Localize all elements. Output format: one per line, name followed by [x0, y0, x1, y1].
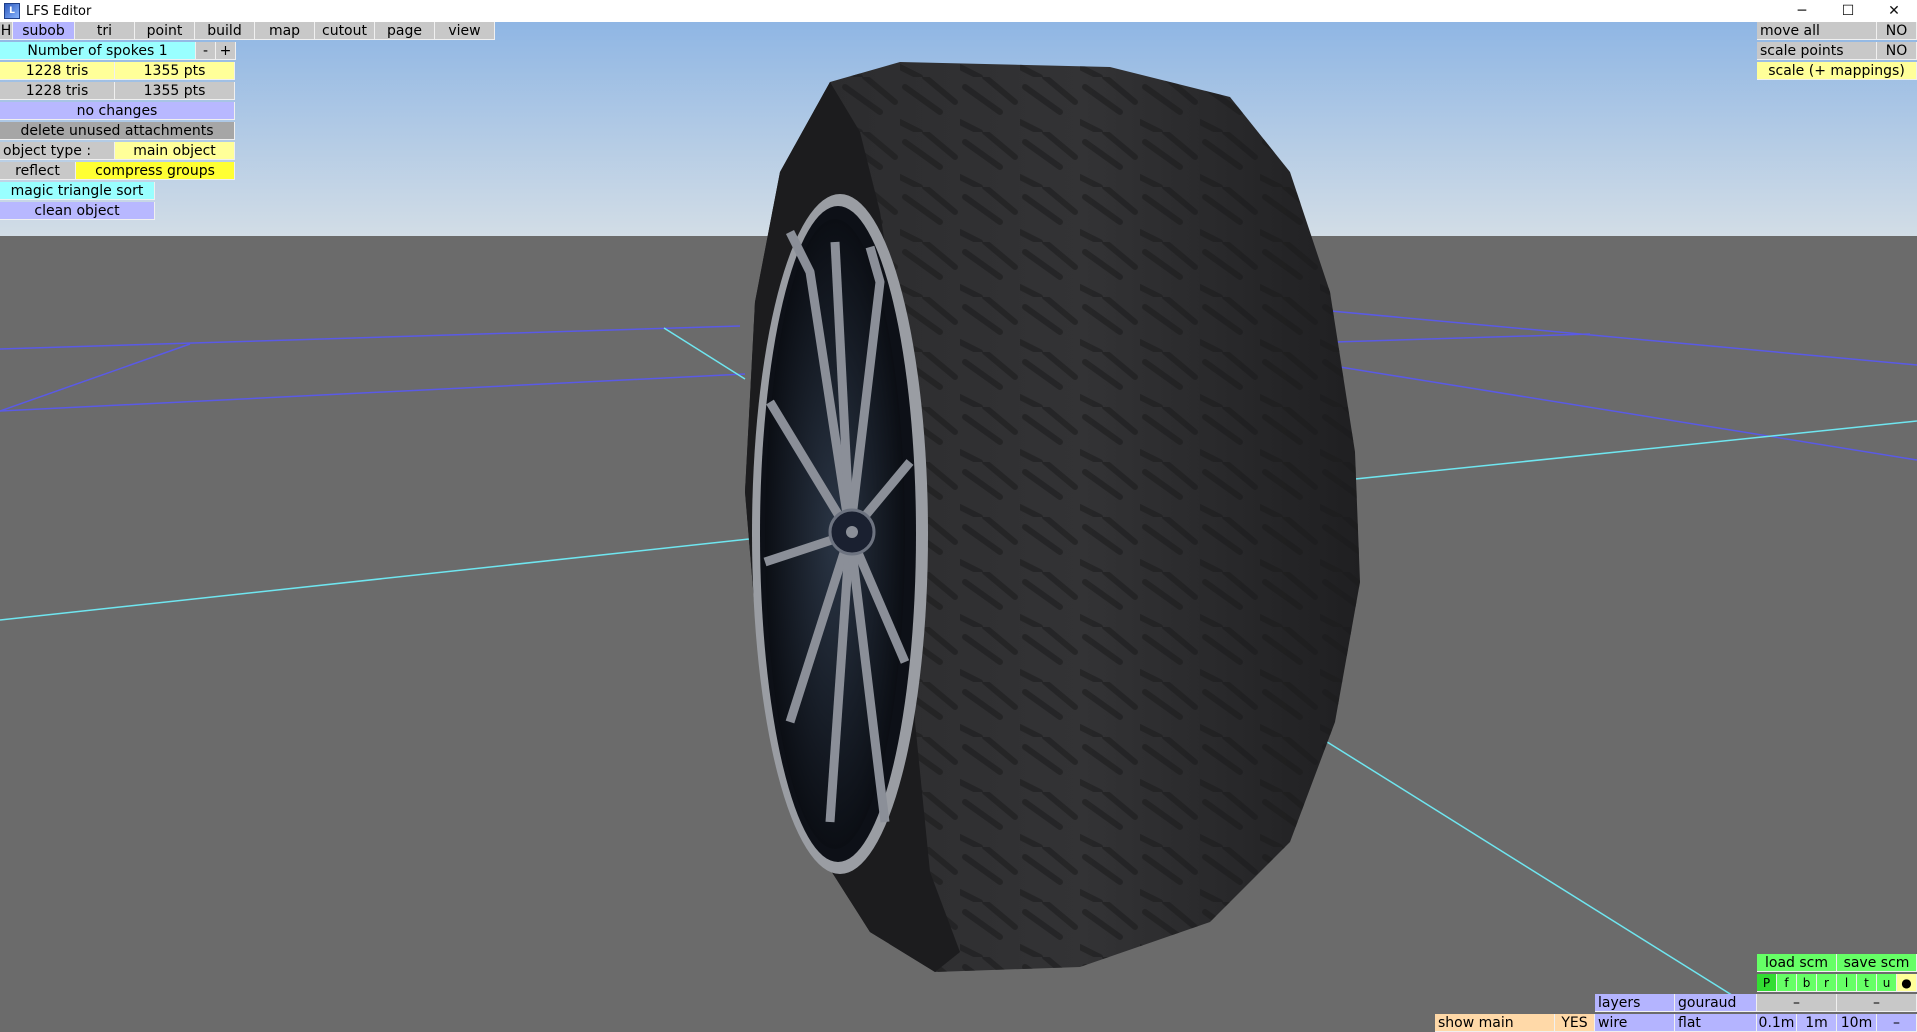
flag-r-button[interactable]: r — [1817, 974, 1837, 992]
window-title: LFS Editor — [26, 3, 92, 19]
h-toggle-button[interactable]: H — [0, 22, 13, 40]
minimize-icon[interactable]: ─ — [1779, 0, 1825, 22]
tab-tri[interactable]: tri — [75, 22, 135, 40]
title-bar: L LFS Editor ─ ☐ ✕ — [0, 0, 1917, 22]
flag-p-button[interactable]: P — [1757, 974, 1777, 992]
layers-button[interactable]: layers — [1595, 994, 1675, 1012]
point-count-total: 1355 pts — [115, 82, 235, 100]
reflect-button[interactable]: reflect — [0, 162, 76, 180]
tab-cutout[interactable]: cutout — [315, 22, 375, 40]
tab-view[interactable]: view — [435, 22, 495, 40]
flat-button[interactable]: flat — [1675, 1014, 1757, 1032]
tab-point[interactable]: point — [135, 22, 195, 40]
app-icon: L — [4, 3, 20, 19]
move-all-label: move all — [1757, 22, 1877, 40]
triangle-count-total: 1228 tris — [0, 82, 115, 100]
show-main-label: show main — [1435, 1014, 1555, 1032]
magic-triangle-sort-button[interactable]: magic triangle sort — [0, 182, 155, 200]
grid-10m-button[interactable]: 10m — [1837, 1014, 1877, 1032]
close-icon[interactable]: ✕ — [1871, 0, 1917, 22]
gouraud-button[interactable]: gouraud — [1675, 994, 1757, 1012]
flag-t-button[interactable]: t — [1857, 974, 1877, 992]
move-all-toggle[interactable]: NO — [1877, 22, 1917, 40]
clean-object-button[interactable]: clean object — [0, 202, 155, 220]
scale-points-label: scale points — [1757, 42, 1877, 60]
spokes-increase-button[interactable]: + — [216, 42, 236, 60]
object-type-select[interactable]: main object — [115, 142, 235, 160]
grid-0-1m-button[interactable]: 0.1m — [1757, 1014, 1797, 1032]
compress-groups-button[interactable]: compress groups — [76, 162, 235, 180]
grid-1m-button[interactable]: 1m — [1797, 1014, 1837, 1032]
option-dash-2[interactable]: – — [1837, 994, 1917, 1012]
flag-b-button[interactable]: b — [1797, 974, 1817, 992]
spokes-decrease-button[interactable]: - — [196, 42, 216, 60]
delete-unused-attachments-button[interactable]: delete unused attachments — [0, 122, 235, 140]
flag-l-button[interactable]: l — [1837, 974, 1857, 992]
flag-u-button[interactable]: u — [1877, 974, 1897, 992]
3d-viewport[interactable]: H subob tri point build map cutout page … — [0, 22, 1917, 1032]
tab-subob[interactable]: subob — [13, 22, 75, 40]
scene-render — [0, 22, 1917, 1032]
flag-dot-button[interactable]: ● — [1897, 974, 1917, 992]
wheel-model — [745, 62, 1360, 972]
scale-points-toggle[interactable]: NO — [1877, 42, 1917, 60]
flag-f-button[interactable]: f — [1777, 974, 1797, 992]
point-count: 1355 pts — [115, 62, 235, 80]
option-dash-1[interactable]: – — [1757, 994, 1837, 1012]
number-of-spokes-field[interactable]: Number of spokes 1 — [0, 42, 196, 60]
show-main-toggle[interactable]: YES — [1555, 1014, 1595, 1032]
maximize-icon[interactable]: ☐ — [1825, 0, 1871, 22]
load-scm-button[interactable]: load scm — [1757, 954, 1837, 972]
tab-page[interactable]: page — [375, 22, 435, 40]
save-scm-button[interactable]: save scm — [1837, 954, 1917, 972]
triangle-count: 1228 tris — [0, 62, 115, 80]
tab-build[interactable]: build — [195, 22, 255, 40]
window-controls: ─ ☐ ✕ — [1779, 0, 1917, 22]
tab-map[interactable]: map — [255, 22, 315, 40]
status-text: no changes — [0, 102, 235, 120]
wire-button[interactable]: wire — [1595, 1014, 1675, 1032]
scale-mappings-button[interactable]: scale (+ mappings) — [1757, 62, 1917, 80]
lfs-editor-window: L LFS Editor ─ ☐ ✕ H subob tri point bui… — [0, 0, 1917, 1032]
object-type-label: object type : — [0, 142, 115, 160]
grid-dash-button[interactable]: – — [1877, 1014, 1917, 1032]
